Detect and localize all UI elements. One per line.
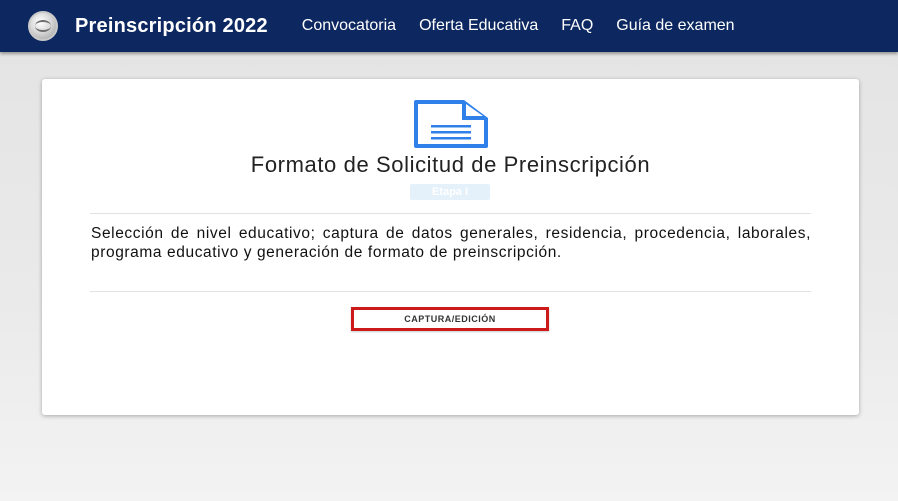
logo-emblem — [35, 20, 51, 32]
nav-link-convocatoria[interactable]: Convocatoria — [302, 17, 396, 35]
nav-link-oferta-educativa[interactable]: Oferta Educativa — [419, 17, 538, 35]
nav-links: Convocatoria Oferta Educativa FAQ Guía d… — [302, 17, 758, 35]
divider-bottom — [90, 291, 811, 292]
brand-title[interactable]: Preinscripción 2022 — [75, 15, 268, 38]
university-logo-icon[interactable] — [28, 11, 58, 41]
divider-top — [90, 213, 811, 214]
preinscription-card: Formato de Solicitud de Preinscripción E… — [42, 79, 859, 415]
captura-edicion-button[interactable]: CAPTURA/EDICIÓN — [351, 307, 549, 331]
card-title: Formato de Solicitud de Preinscripción — [250, 152, 651, 177]
top-navbar: Preinscripción 2022 Convocatoria Oferta … — [0, 0, 898, 52]
document-icon — [414, 100, 488, 148]
nav-link-faq[interactable]: FAQ — [561, 17, 593, 35]
stage-badge: Etapa I — [410, 184, 490, 200]
card-description: Selección de nivel educativo; captura de… — [91, 225, 811, 261]
nav-link-guia-examen[interactable]: Guía de examen — [616, 17, 734, 35]
